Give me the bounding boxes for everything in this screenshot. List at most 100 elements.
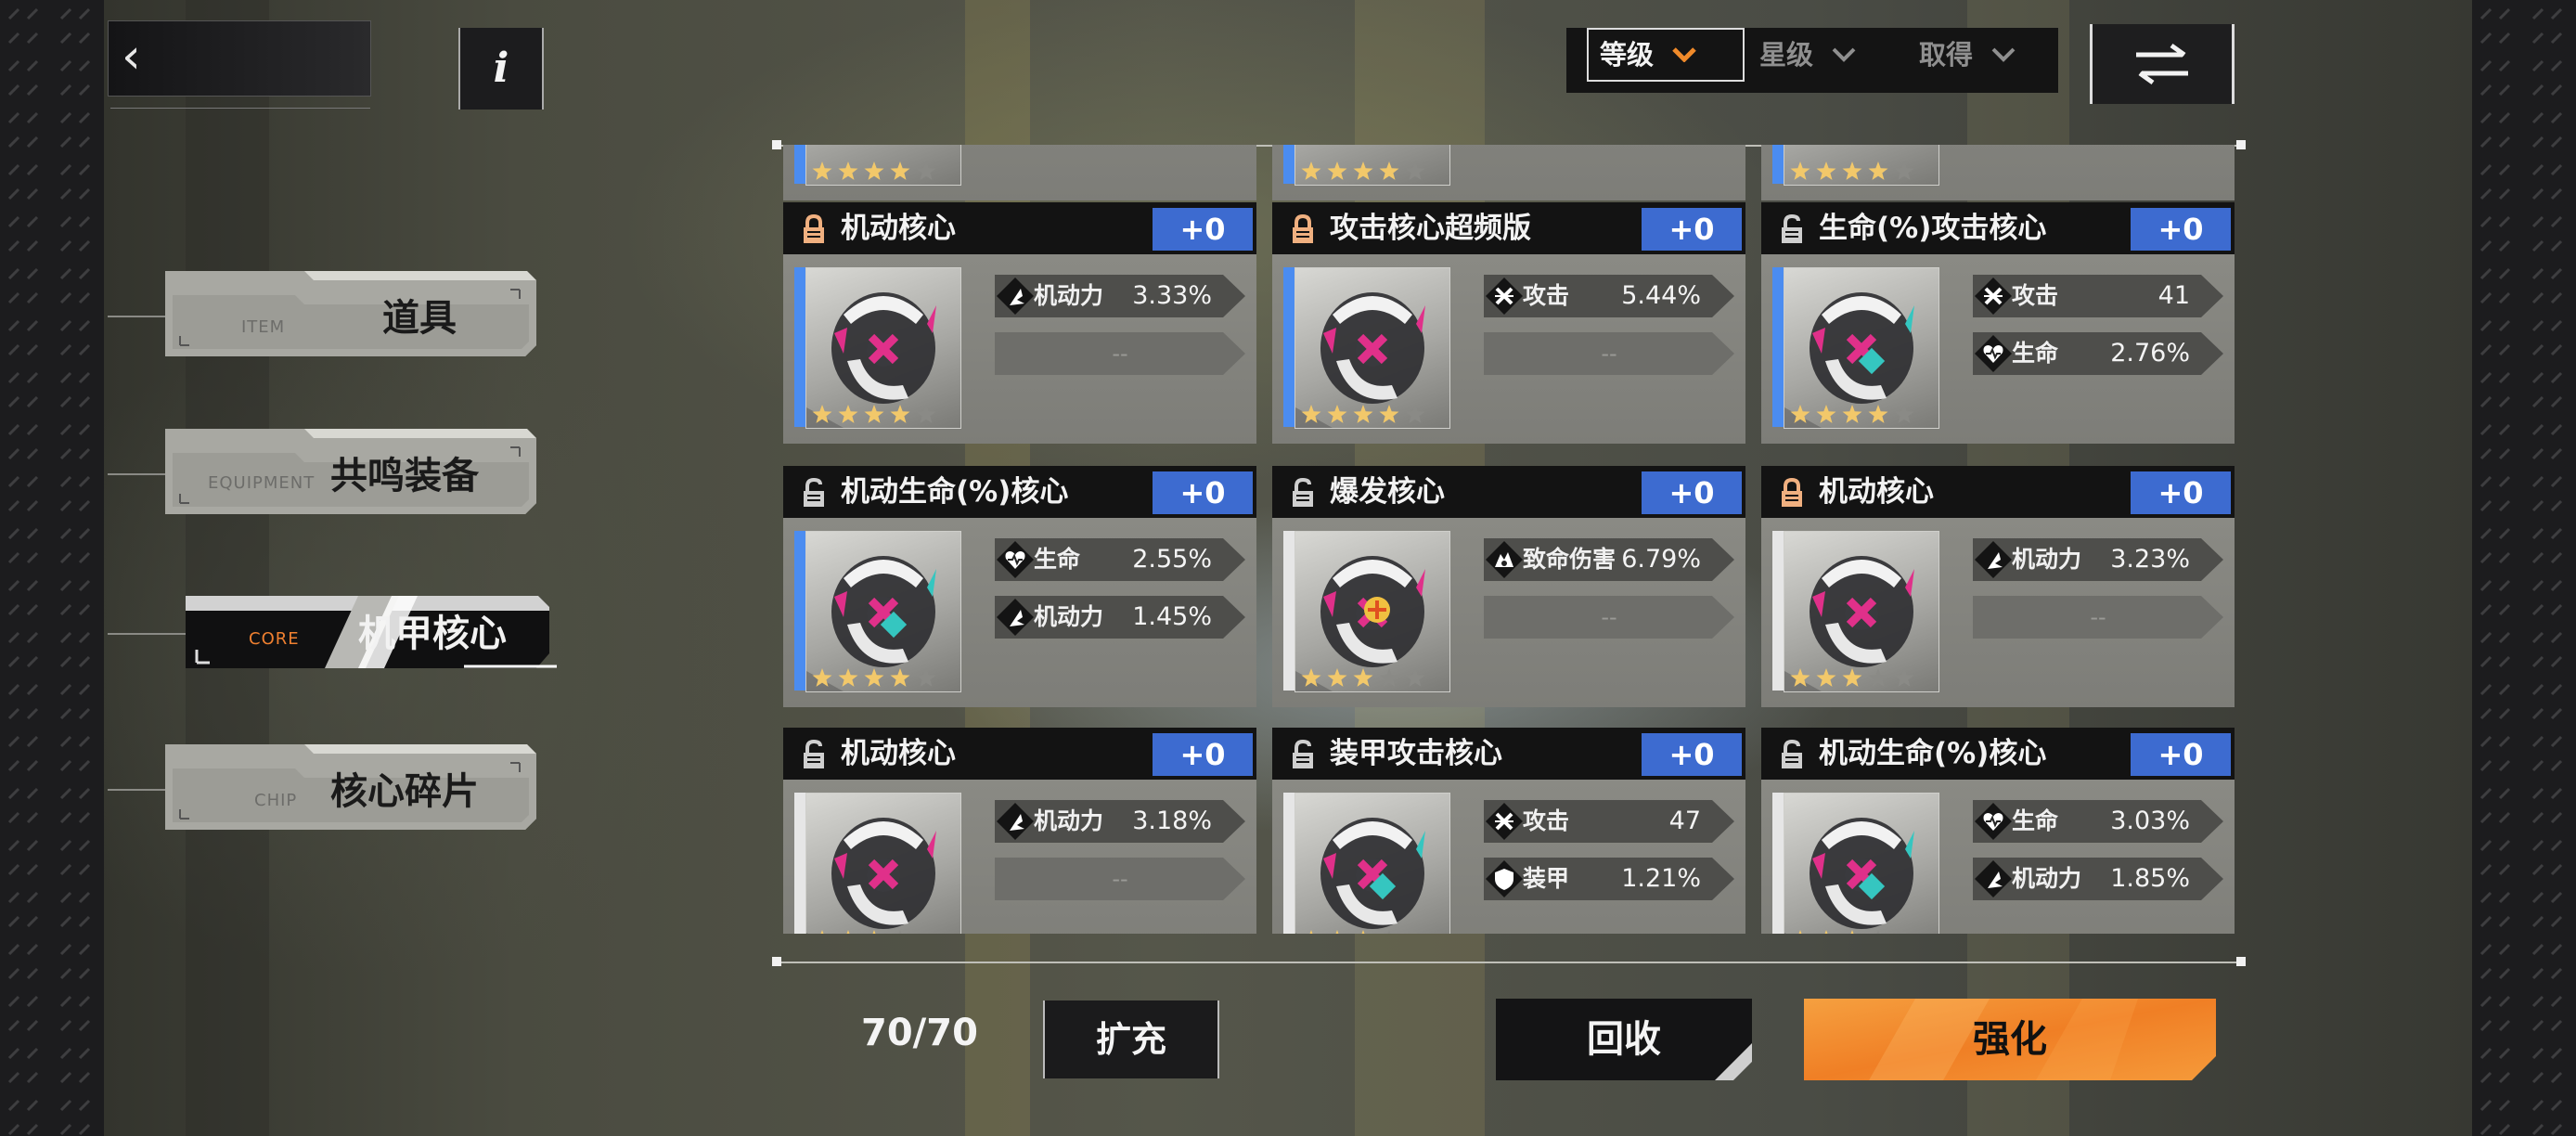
stat-label: 生命 — [2012, 807, 2059, 834]
lock-icon[interactable] — [1289, 213, 1317, 245]
star-filled-icon — [1327, 668, 1347, 687]
core-stat: 致命伤害 6.79% — [1484, 538, 1734, 581]
star-filled-icon — [846, 930, 850, 934]
frame-corner — [2236, 957, 2246, 966]
nav-tab-label: 核心碎片 — [330, 770, 479, 813]
core-portrait — [1294, 793, 1450, 934]
star-empty-icon — [916, 161, 936, 180]
background-pillar — [186, 0, 269, 1136]
unlock-icon[interactable] — [1778, 739, 1806, 770]
core-card[interactable]: 生命(%)攻击核心 +0 攻击 41 生命 2.76% — [1761, 202, 2235, 444]
star-filled-icon — [812, 405, 832, 423]
stat-value: 3.03% — [2110, 807, 2190, 835]
empty-stat-dash: -- — [1112, 341, 1128, 367]
core-card[interactable]: 装甲攻击核心 +0 攻击 47 装甲 1.21% — [1272, 728, 1745, 934]
core-card[interactable]: 机动生命(%)核心 +0 生命 2.55% 机动力 1.45% — [783, 466, 1256, 707]
unlock-icon[interactable] — [1289, 739, 1317, 770]
core-name: 爆发核心 — [1330, 475, 1445, 509]
star-empty-icon — [1902, 930, 1906, 934]
back-button[interactable]: ‹ — [108, 20, 371, 109]
star-filled-icon — [1816, 161, 1836, 180]
core-card[interactable]: 爆发核心 +0 致命伤害 6.79% -- — [1272, 466, 1745, 707]
star-filled-icon — [1790, 668, 1810, 687]
star-empty-icon — [1405, 161, 1425, 180]
sort-acquired[interactable]: 取得 — [1919, 28, 2016, 93]
stat-label: 机动力 — [2012, 546, 2082, 573]
unlock-icon[interactable] — [800, 739, 828, 770]
enhance-button[interactable]: 强化 — [1804, 999, 2216, 1080]
rarity-bar — [1283, 531, 1294, 691]
star-filled-icon — [1301, 405, 1321, 423]
star-filled-icon — [838, 161, 858, 180]
sort-stars[interactable]: 星级 — [1759, 28, 1856, 93]
lock-icon[interactable] — [1778, 477, 1806, 509]
attack-icon — [1495, 812, 1513, 831]
unlock-icon[interactable] — [1289, 477, 1317, 509]
core-card-partial[interactable] — [1272, 145, 1745, 200]
stat-label: 机动力 — [1034, 807, 1104, 834]
rarity-bar — [1283, 267, 1294, 427]
expand-button[interactable]: 扩充 — [1043, 1000, 1219, 1078]
star-filled-icon — [864, 161, 884, 180]
rarity-bar — [1772, 531, 1784, 691]
nav-tab-en-label: ITEM — [241, 317, 286, 337]
sort-order-toggle-button[interactable] — [2090, 24, 2235, 104]
life-icon — [1983, 345, 2003, 363]
star-filled-icon — [890, 405, 910, 423]
unlock-icon[interactable] — [1778, 213, 1806, 245]
rarity-bar — [794, 145, 805, 184]
nav-tab-equipment[interactable]: EQUIPMENT 共鸣装备 — [165, 429, 536, 518]
lock-icon[interactable] — [800, 213, 828, 245]
core-card-partial[interactable] — [1761, 145, 2235, 200]
stat-label: 攻击 — [1523, 807, 1570, 834]
star-rating — [812, 405, 936, 423]
right-border-strip — [2472, 0, 2576, 1136]
info-button[interactable]: i — [458, 28, 544, 110]
core-card[interactable]: 机动核心 +0 机动力 3.18% -- — [783, 728, 1256, 934]
stat-value: 3.23% — [2110, 545, 2190, 574]
star-filled-icon — [872, 930, 876, 934]
core-name: 机动核心 — [1819, 475, 1934, 509]
mobility-icon — [1010, 289, 1024, 305]
star-empty-icon — [924, 930, 928, 934]
life-icon — [1005, 551, 1025, 569]
core-card[interactable]: 机动生命(%)核心 +0 生命 3.03% 机动力 1.85% — [1761, 728, 2235, 934]
core-stat: 机动力 1.85% — [1973, 858, 2223, 900]
enhance-level-badge: +0 — [1153, 733, 1253, 776]
core-stat-empty: -- — [995, 332, 1245, 375]
core-portrait — [805, 793, 961, 934]
nav-tab-label: 道具 — [382, 297, 457, 340]
core-card[interactable]: 机动核心 +0 机动力 3.33% -- — [783, 202, 1256, 444]
star-empty-icon — [1387, 930, 1391, 934]
nav-tab-core[interactable]: CORE 机甲核心 — [186, 588, 557, 678]
core-portrait — [1784, 793, 1939, 934]
star-empty-icon — [1868, 668, 1888, 687]
star-filled-icon — [1842, 405, 1862, 423]
enhance-level-badge: +0 — [1642, 208, 1742, 251]
nav-tab-en-label: EQUIPMENT — [208, 473, 316, 493]
core-card[interactable]: 机动核心 +0 机动力 3.23% -- — [1761, 466, 2235, 707]
star-filled-icon — [890, 161, 910, 180]
core-stat: 机动力 1.45% — [995, 596, 1245, 639]
star-filled-icon — [1327, 161, 1347, 180]
core-inventory-grid[interactable]: 机动核心 +0 机动力 3.33% -- 攻击核心超频版 +0 攻击 5.44% -- 生命(%)攻… — [779, 145, 2238, 934]
core-name: 装甲攻击核心 — [1330, 737, 1502, 770]
nav-tab-plate — [165, 271, 536, 356]
sort-level[interactable]: 等级 — [1587, 28, 1745, 93]
star-empty-icon — [898, 930, 902, 934]
core-name: 攻击核心超频版 — [1330, 212, 1531, 245]
left-border-strip — [0, 0, 104, 1136]
core-card-partial[interactable] — [783, 145, 1256, 200]
recycle-button[interactable]: 回收 — [1496, 999, 1752, 1080]
star-filled-icon — [1790, 405, 1810, 423]
core-portrait-art — [806, 818, 936, 934]
rarity-bar — [1772, 145, 1784, 184]
star-empty-icon — [1894, 161, 1914, 180]
nav-tab-item[interactable]: ITEM 道具 — [165, 271, 536, 360]
nav-tab-chip[interactable]: CHIP 核心碎片 — [165, 744, 536, 833]
star-filled-icon — [1301, 668, 1321, 687]
core-stat-empty: -- — [1973, 596, 2223, 639]
unlock-icon[interactable] — [800, 477, 828, 509]
core-card[interactable]: 攻击核心超频版 +0 攻击 5.44% -- — [1272, 202, 1745, 444]
crit-icon — [1495, 552, 1513, 567]
